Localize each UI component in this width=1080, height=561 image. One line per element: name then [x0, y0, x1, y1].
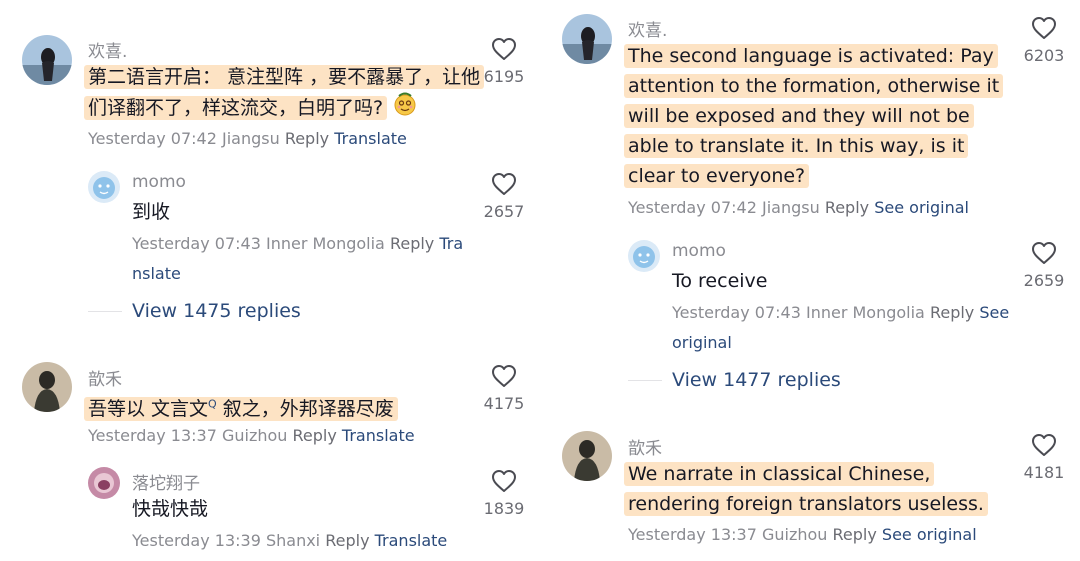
- like-count: 6195: [483, 67, 525, 86]
- heart-outline-icon: [492, 173, 516, 195]
- comment-meta: Yesterday 07:43 Inner Mongolia Reply Tra…: [132, 229, 472, 289]
- like-button[interactable]: 6203: [1014, 16, 1074, 65]
- comments-panel-translated: 欢喜. The second language is activated: Pa…: [540, 0, 1080, 561]
- comment-meta: Yesterday 13:39 Shanxi Reply Translate: [132, 526, 447, 556]
- comment-meta: Yesterday 13:37 Guizhou Reply See origin…: [628, 520, 977, 550]
- timestamp: Yesterday 07:43: [132, 234, 261, 253]
- comment-text: 第二语言开启： 意注型阵 ，要不露暴了，让他们译翻不了，样这流交，白明了吗?: [84, 62, 485, 125]
- username[interactable]: 歆禾: [628, 434, 662, 459]
- user-avatar[interactable]: [22, 362, 72, 412]
- comment-text-part: 吾等以 文言文: [88, 398, 209, 421]
- location: Inner Mongolia: [805, 303, 925, 322]
- smiling-face-emoji-icon: [393, 92, 417, 125]
- like-button[interactable]: 2659: [1014, 241, 1074, 290]
- see-original-button[interactable]: See original: [882, 525, 977, 544]
- comment-text: 到收: [132, 201, 171, 223]
- location: Guizhou: [761, 525, 828, 544]
- comments-panel-original: 欢喜. 第二语言开启： 意注型阵 ，要不露暴了，让他们译翻不了，样这流交，白明了…: [0, 0, 540, 561]
- username[interactable]: 歆禾: [88, 365, 122, 390]
- like-button[interactable]: 1839: [474, 469, 534, 518]
- divider: [88, 311, 122, 312]
- like-button[interactable]: 4181: [1014, 433, 1074, 482]
- location: Jiangsu: [221, 129, 280, 148]
- translate-button[interactable]: Translate: [375, 531, 448, 550]
- user-avatar[interactable]: [628, 240, 660, 272]
- location: Jiangsu: [761, 198, 820, 217]
- translate-button[interactable]: Translate: [342, 426, 415, 445]
- search-keyword-icon[interactable]: Q: [208, 398, 217, 411]
- location: Inner Mongolia: [265, 234, 385, 253]
- view-replies-button[interactable]: View 1475 replies: [132, 300, 301, 322]
- username[interactable]: 落坨翔子: [132, 469, 200, 494]
- heart-outline-icon: [492, 470, 516, 492]
- comment-text-highlight: We narrate in classical Chinese, renderi…: [624, 462, 988, 516]
- comment-meta: Yesterday 07:42 Jiangsu Reply Translate: [88, 124, 407, 154]
- comment-meta: Yesterday 07:43 Inner Mongolia Reply See…: [672, 298, 1012, 358]
- user-avatar[interactable]: [562, 14, 612, 64]
- divider: [628, 380, 662, 381]
- comment-text-highlight: 第二语言开启： 意注型阵 ，要不露暴了，让他们译翻不了，样这流交，白明了吗?: [84, 65, 485, 120]
- heart-outline-icon: [1032, 434, 1056, 456]
- comment-text: The second language is activated: Pay at…: [624, 41, 1014, 191]
- view-replies-button[interactable]: View 1477 replies: [672, 369, 841, 391]
- like-button[interactable]: 6195: [474, 37, 534, 86]
- comment-text-highlight: The second language is activated: Pay at…: [624, 44, 1004, 188]
- heart-outline-icon: [1032, 17, 1056, 39]
- location: Shanxi: [265, 531, 321, 550]
- timestamp: Yesterday 13:37: [88, 426, 217, 445]
- user-avatar[interactable]: [562, 431, 612, 481]
- heart-outline-icon: [492, 365, 516, 387]
- reply-button[interactable]: Reply: [930, 303, 974, 322]
- heart-outline-icon: [492, 38, 516, 60]
- location: Guizhou: [221, 426, 288, 445]
- comment-text: We narrate in classical Chinese, renderi…: [624, 459, 1014, 519]
- see-original-button[interactable]: See original: [874, 198, 969, 217]
- username[interactable]: momo: [132, 172, 186, 192]
- like-button[interactable]: 2657: [474, 172, 534, 221]
- reply-button[interactable]: Reply: [833, 525, 877, 544]
- like-count: 2657: [483, 202, 525, 221]
- like-count: 2659: [1023, 271, 1065, 290]
- username[interactable]: 欢喜.: [88, 37, 127, 62]
- timestamp: Yesterday 07:42: [628, 198, 757, 217]
- user-avatar[interactable]: [88, 467, 120, 499]
- comment-text-part: 叙之，外邦译器尽废: [216, 398, 394, 421]
- like-count: 6203: [1023, 46, 1065, 65]
- comment-text: To receive: [672, 270, 768, 292]
- like-count: 1839: [483, 499, 525, 518]
- like-button[interactable]: 4175: [474, 364, 534, 413]
- like-count: 4175: [483, 394, 525, 413]
- comment-text: 吾等以 文言文Q 叙之，外邦译器尽废: [84, 390, 484, 424]
- comment-meta: Yesterday 07:42 Jiangsu Reply See origin…: [628, 193, 969, 223]
- comment-meta: Yesterday 13:37 Guizhou Reply Translate: [88, 421, 415, 451]
- translate-button[interactable]: Translate: [334, 129, 407, 148]
- comment-text: 快哉快哉: [132, 498, 209, 520]
- timestamp: Yesterday 13:39: [132, 531, 261, 550]
- reply-button[interactable]: Reply: [390, 234, 434, 253]
- username[interactable]: momo: [672, 241, 726, 261]
- timestamp: Yesterday 07:43: [672, 303, 801, 322]
- comment-text-highlight: 吾等以 文言文Q 叙之，外邦译器尽废: [84, 397, 398, 422]
- username[interactable]: 欢喜.: [628, 16, 667, 41]
- reply-button[interactable]: Reply: [825, 198, 869, 217]
- timestamp: Yesterday 13:37: [628, 525, 757, 544]
- user-avatar[interactable]: [88, 171, 120, 203]
- reply-button[interactable]: Reply: [293, 426, 337, 445]
- user-avatar[interactable]: [22, 35, 72, 85]
- heart-outline-icon: [1032, 242, 1056, 264]
- reply-button[interactable]: Reply: [325, 531, 369, 550]
- like-count: 4181: [1023, 463, 1065, 482]
- timestamp: Yesterday 07:42: [88, 129, 217, 148]
- reply-button[interactable]: Reply: [285, 129, 329, 148]
